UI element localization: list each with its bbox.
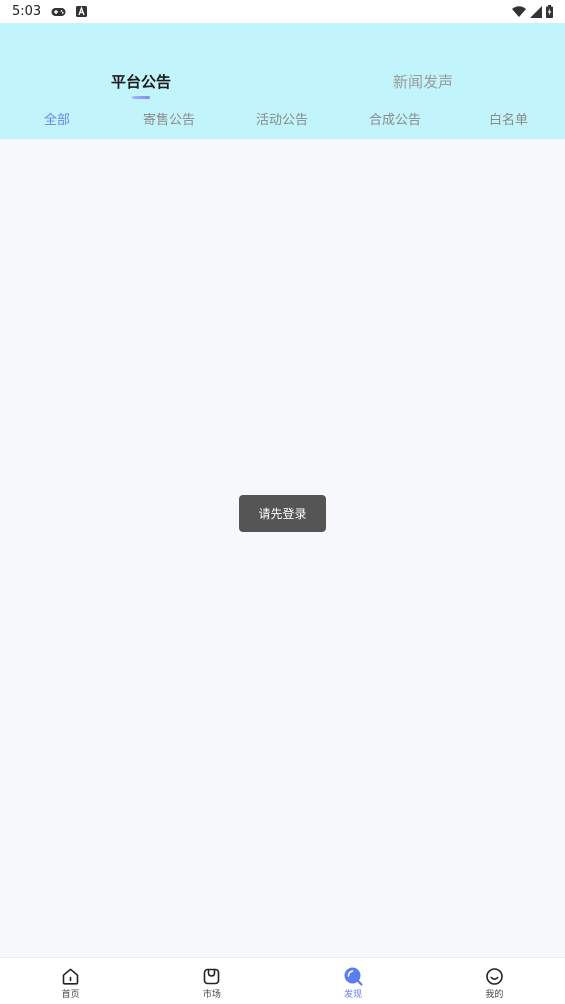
sub-tab-whitelist[interactable]: 白名单 (489, 111, 528, 131)
header: 平台公告 新闻发声 全部 寄售公告 活动公告 合成公告 白名单 (0, 23, 565, 139)
signal-icon (530, 5, 542, 18)
nav-item-discover[interactable]: 发现 (283, 958, 424, 1004)
status-right (512, 5, 553, 18)
toast-message: 请先登录 (258, 507, 307, 521)
nav-item-mine[interactable]: 我的 (424, 958, 565, 1004)
nav-item-market[interactable]: 市场 (141, 958, 282, 1004)
sub-tab-activity[interactable]: 活动公告 (256, 111, 308, 131)
wifi-icon (512, 6, 526, 17)
tab-platform-announcements[interactable]: 平台公告 (111, 71, 171, 101)
content-area (0, 139, 565, 957)
screen: 5:03 平台公告 新闻发声 全部 寄售公告 活动公告 合成公告 白名单 请先登… (0, 0, 565, 1004)
sub-tabs: 全部 寄售公告 活动公告 合成公告 白名单 (0, 111, 565, 131)
nav-label: 首页 (61, 990, 80, 1000)
status-time: 5:03 (12, 4, 42, 19)
sub-tab-all[interactable]: 全部 (44, 111, 70, 131)
nav-label: 我的 (485, 990, 504, 1000)
nav-label: 市场 (202, 990, 221, 1000)
main-tabs: 平台公告 新闻发声 (0, 71, 565, 101)
active-tab-indicator (132, 96, 150, 99)
sub-tab-synthesis[interactable]: 合成公告 (369, 111, 421, 131)
nav-item-home[interactable]: 首页 (0, 958, 141, 1004)
a-box-icon (76, 6, 88, 17)
sub-tab-consignment[interactable]: 寄售公告 (143, 111, 195, 131)
smile-icon (484, 966, 504, 986)
tab-label: 平台公告 (111, 73, 172, 91)
home-icon (61, 966, 81, 986)
nav-label: 发现 (344, 990, 363, 1000)
gamepad-icon (51, 7, 66, 17)
battery-charging-icon (546, 5, 553, 18)
status-bar: 5:03 (0, 0, 565, 23)
shopping-bag-icon (202, 966, 222, 986)
discover-icon (343, 966, 363, 986)
tab-label: 新闻发声 (393, 73, 454, 91)
status-left: 5:03 (12, 4, 88, 19)
bottom-nav: 首页 市场 发现 我的 (0, 957, 565, 1004)
tab-news[interactable]: 新闻发声 (393, 71, 453, 101)
login-toast: 请先登录 (239, 495, 326, 532)
